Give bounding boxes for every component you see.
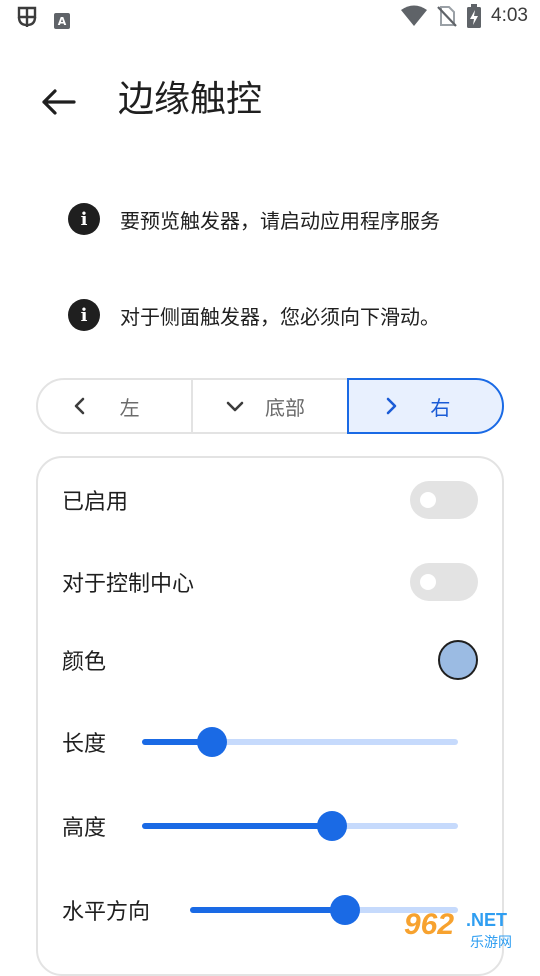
info-text-side: 对于侧面触发器，您必须向下滑动。 <box>120 304 440 329</box>
slider-fill <box>190 907 346 913</box>
enabled-toggle[interactable] <box>410 481 478 519</box>
watermark-logo: 962 .NET 乐游网 <box>400 908 532 954</box>
slider-thumb[interactable] <box>196 727 227 757</box>
control-center-row: 对于控制中心 <box>62 552 478 612</box>
control-center-toggle[interactable] <box>410 563 478 601</box>
height-label: 高度 <box>62 816 107 841</box>
status-bar: A 4:03 <box>0 0 540 36</box>
watermark-suffix: .NET <box>466 910 508 930</box>
watermark-text: 乐游网 <box>470 935 512 951</box>
toggle-knob <box>420 574 436 590</box>
chevron-right-icon <box>386 397 396 415</box>
watermark-number: 962 <box>404 908 455 941</box>
edge-position-segmented: 左 底部 右 <box>36 378 504 434</box>
chevron-down-icon <box>227 401 244 412</box>
enabled-label: 已启用 <box>62 490 129 515</box>
info-text-preview: 要预览触发器，请启动应用程序服务 <box>120 208 440 233</box>
color-label: 颜色 <box>62 650 107 675</box>
segment-left-label: 左 <box>119 395 140 420</box>
horizontal-label: 水平方向 <box>62 900 151 925</box>
wifi-icon <box>401 5 428 26</box>
color-row: 颜色 <box>62 630 478 690</box>
battery-charging-icon <box>467 4 482 28</box>
bug-icon <box>14 4 40 38</box>
no-sim-icon <box>437 6 457 27</box>
segment-bottom[interactable]: 底部 <box>191 378 349 434</box>
segment-right[interactable]: 右 <box>346 378 504 434</box>
page-title: 边缘触控 <box>118 79 263 120</box>
status-bar-right: 4:03 <box>401 4 528 28</box>
height-slider[interactable] <box>142 810 458 842</box>
length-label: 长度 <box>62 732 107 757</box>
enabled-row: 已启用 <box>62 470 478 530</box>
app-bar: 边缘触控 <box>0 64 540 136</box>
slider-thumb[interactable] <box>316 811 347 841</box>
info-row-side: i 对于侧面触发器，您必须向下滑动。 <box>68 299 440 331</box>
chevron-left-icon <box>74 397 85 415</box>
info-icon: i <box>68 299 100 331</box>
control-center-label: 对于控制中心 <box>62 572 195 597</box>
accessibility-a-icon: A <box>54 13 70 29</box>
settings-card: 已启用 对于控制中心 颜色 长度 高度 水平方向 <box>36 456 504 976</box>
info-icon: i <box>68 203 100 235</box>
length-slider[interactable] <box>142 726 458 758</box>
color-swatch[interactable] <box>438 640 478 680</box>
slider-thumb[interactable] <box>330 895 361 925</box>
arrow-left-icon <box>42 89 76 115</box>
toggle-knob <box>420 492 436 508</box>
segment-left[interactable]: 左 <box>36 378 194 434</box>
status-bar-left: A <box>14 4 70 38</box>
info-row-preview: i 要预览触发器，请启动应用程序服务 <box>68 203 440 235</box>
segment-right-label: 右 <box>430 395 451 420</box>
back-button[interactable] <box>34 78 82 126</box>
status-time: 4:03 <box>491 5 528 26</box>
slider-fill <box>142 823 332 829</box>
segment-bottom-label: 底部 <box>264 395 305 420</box>
